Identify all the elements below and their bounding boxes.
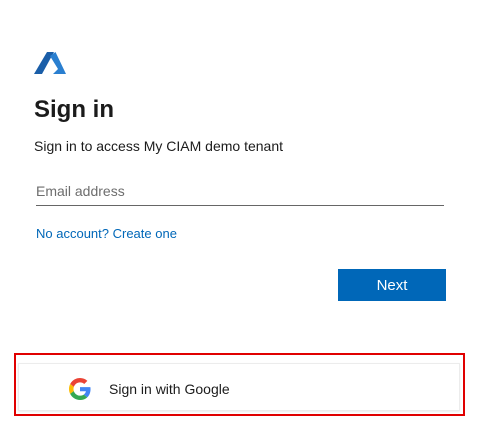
azure-logo-icon <box>34 52 66 74</box>
page-title: Sign in <box>34 96 114 123</box>
google-signin-button[interactable]: Sign in with Google <box>18 363 460 411</box>
page-subtitle: Sign in to access My CIAM demo tenant <box>34 138 283 154</box>
next-button[interactable]: Next <box>338 269 446 301</box>
create-account-link[interactable]: No account? Create one <box>36 225 177 243</box>
email-input[interactable] <box>36 176 444 206</box>
google-icon <box>69 378 91 400</box>
google-signin-label: Sign in with Google <box>109 381 230 397</box>
sign-in-card: Sign in Sign in to access My CIAM demo t… <box>0 0 479 430</box>
